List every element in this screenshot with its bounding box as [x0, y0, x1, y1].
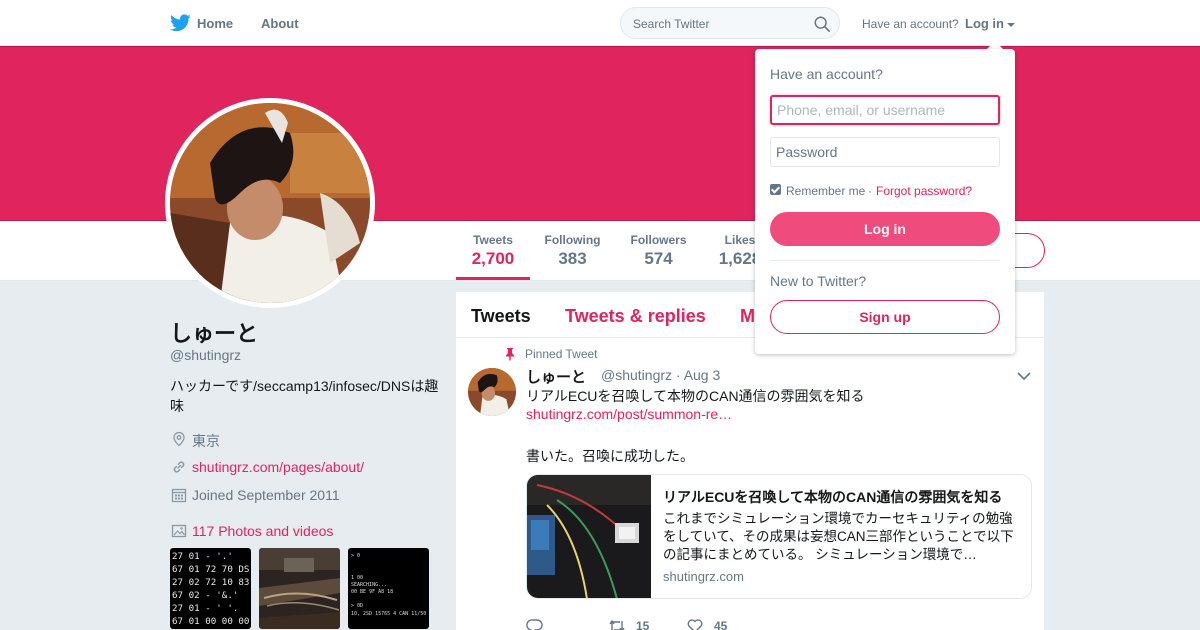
console-line: > 0D: [351, 603, 363, 609]
active-stat-underline: [456, 277, 530, 280]
separator-dot: ·: [868, 184, 872, 198]
heart-icon: [687, 619, 703, 630]
login-toggle-label[interactable]: Log in: [965, 16, 1004, 31]
stat-followers[interactable]: Followers 574: [625, 233, 692, 269]
top-navigation: Home About Have an account? Log in: [0, 0, 1200, 46]
tweet-link[interactable]: shutingrz.com/post/summon-re…: [526, 406, 732, 422]
card-domain: shutingrz.com: [663, 569, 744, 584]
joined-text: Joined September 2011: [192, 487, 340, 503]
location-pin-icon: [173, 431, 185, 447]
card-description: これまでシミュレーション環境でカーセキュリティの勉強をしていて、その成果は妄想C…: [663, 511, 1014, 562]
stat-tweets[interactable]: Tweets 2,700: [456, 233, 530, 269]
new-to-twitter-text: New to Twitter?: [770, 273, 867, 289]
console-line: 1 00: [351, 575, 363, 581]
stat-label: Following: [544, 233, 601, 247]
search-box: [620, 7, 840, 39]
stat-label: Tweets: [473, 233, 513, 247]
password-field[interactable]: [770, 137, 1000, 167]
profile-name[interactable]: しゅーと: [170, 316, 258, 348]
stat-following[interactable]: Following 383: [540, 233, 605, 269]
retweet-icon: [609, 619, 625, 630]
terminal-line: 67 01 00 00 00: [172, 616, 249, 627]
console-screenshot: > 0 1 00 SEARCHING... 00 BE 9F A8 18 > 0…: [348, 548, 429, 629]
console-line: 00 BE 9F A8 18: [351, 589, 393, 595]
terminal-line: 27 01 - '.': [172, 551, 233, 562]
terminal-line: 67 01 72 70 DS: [172, 564, 249, 575]
signup-button[interactable]: Sign up: [770, 300, 1000, 334]
twitter-bird-icon[interactable]: [170, 14, 191, 32]
terminal-line: 67 02 - '&.': [172, 590, 238, 601]
tab-tweets[interactable]: Tweets: [471, 306, 531, 327]
profile-handle[interactable]: @shutingrz: [170, 347, 241, 363]
remember-me-checkbox[interactable]: [770, 184, 781, 195]
retweet-count: 15: [636, 619, 650, 630]
media-thumb-console[interactable]: > 0 1 00 SEARCHING... 00 BE 9F A8 18 > 0…: [348, 548, 429, 629]
stat-value: 383: [558, 249, 587, 268]
terminal-line: 27 01 - ' '.: [172, 603, 238, 614]
terminal-screenshot: 27 01 - '.' 67 01 72 70 DS 27 02 72 10 8…: [170, 548, 251, 629]
forgot-password-link[interactable]: Forgot password?: [876, 184, 972, 198]
stat-label: Followers: [630, 233, 687, 247]
search-input[interactable]: [633, 15, 803, 32]
card-title[interactable]: リアルECUを召喚して本物のCAN通信の雰囲気を知る: [663, 487, 1002, 507]
link-card[interactable]: リアルECUを召喚して本物のCAN通信の雰囲気を知る これまでシミュレーション環…: [526, 474, 1032, 599]
card-image: [527, 475, 651, 598]
tweet-author-name[interactable]: しゅーと: [526, 366, 586, 387]
remember-me-label[interactable]: Remember me: [786, 184, 865, 198]
tweet-avatar[interactable]: [468, 368, 516, 416]
link-icon: [173, 461, 185, 473]
login-dropdown: Have an account? Remember me · Forgot pa…: [755, 49, 1015, 354]
chevron-down-icon[interactable]: [1016, 370, 1032, 382]
website-link[interactable]: shutingrz.com/pages/about/: [192, 459, 364, 475]
reply-icon: [526, 619, 543, 630]
photo-icon: [171, 524, 187, 538]
terminal-line: 27 02 72 10 83: [172, 577, 249, 588]
media-thumb-terminal[interactable]: 27 01 - '.' 67 01 72 70 DS 27 02 72 10 8…: [170, 548, 251, 629]
login-button[interactable]: Log in: [770, 212, 1000, 246]
nav-about-link[interactable]: About: [261, 16, 299, 31]
pinned-tweet-label: Pinned Tweet: [525, 347, 598, 361]
stat-value: 574: [644, 249, 673, 268]
console-line: 10, 2SD 15765 4 CAN 11/50: [351, 611, 426, 617]
avatar-image: [170, 103, 370, 303]
stat-value: 2,700: [471, 249, 515, 268]
have-account-text: Have an account?: [862, 17, 959, 31]
tab-tweets-replies[interactable]: Tweets & replies: [565, 306, 706, 327]
console-line: > 0: [351, 553, 360, 559]
caret-down-icon: [1007, 22, 1015, 27]
dropdown-divider: [770, 260, 1000, 261]
tweet-actions: 15 45: [526, 618, 826, 630]
pin-icon: [506, 348, 514, 361]
like-count: 45: [714, 619, 728, 630]
console-line: SEARCHING...: [351, 582, 387, 588]
location-text: 東京: [192, 433, 220, 449]
media-thumb-hardware[interactable]: [259, 548, 340, 629]
profile-bio: ハッカーです/seccamp13/infosec/DNSは趣味: [170, 378, 439, 414]
photos-videos-text[interactable]: 117 Photos and videos: [192, 523, 333, 539]
tweet-avatar-image: [468, 368, 516, 416]
search-icon[interactable]: [813, 15, 831, 33]
login-dropdown-toggle[interactable]: Log in: [965, 16, 1015, 31]
tweet-meta[interactable]: @shutingrz · Aug 3: [601, 367, 720, 383]
dropdown-heading: Have an account?: [770, 66, 883, 82]
profile-avatar[interactable]: [165, 98, 375, 308]
tweet-text-2: 書いた。召喚に成功した。: [526, 448, 694, 464]
calendar-icon: [171, 488, 187, 503]
username-field[interactable]: [770, 95, 1000, 125]
hardware-photo: [259, 548, 340, 629]
nav-home-link[interactable]: Home: [197, 16, 233, 31]
tweet-text: リアルECUを召喚して本物のCAN通信の雰囲気を知る: [526, 388, 865, 404]
